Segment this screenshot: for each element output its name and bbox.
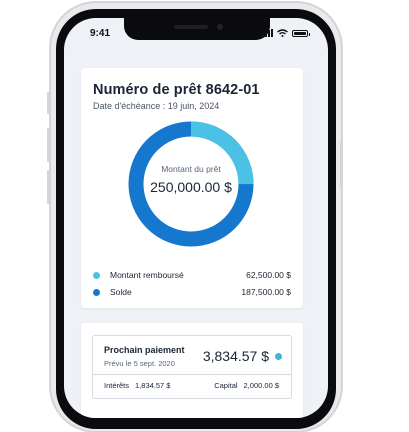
status-time: 9:41 [90, 28, 111, 39]
interest-label: Intérêts [104, 381, 130, 390]
side-button [47, 92, 50, 114]
payment-card: Prochain paiement Prévu le 5 sept. 2020 … [81, 323, 303, 418]
next-payment-date: Prévu le 5 sept. 2020 [104, 359, 175, 368]
legend-amount: 187,500.00 $ [241, 287, 291, 297]
divider [93, 374, 291, 375]
legend-row-balance: Solde 187,500.00 $ [93, 287, 291, 299]
volume-down-button [47, 170, 50, 204]
capital-value: 2,000.00 $ [243, 381, 279, 390]
battery-icon [292, 29, 310, 37]
next-payment-amount: 3,834.57 $ [202, 348, 269, 364]
capital-line: Capital 2,000.00 $ [214, 381, 279, 390]
repaid-dot-icon [93, 272, 100, 279]
phone-screen: 9:41 Numéro de prêt 8642-01 Date d'échéa… [64, 18, 328, 418]
camera-icon [217, 24, 223, 30]
due-date: Date d'échéance : 19 juin, 2024 [93, 101, 220, 111]
donut-label: Montant du prêt [161, 164, 221, 174]
next-payment-box[interactable]: Prochain paiement Prévu le 5 sept. 2020 … [92, 335, 292, 399]
signal-icon [262, 29, 273, 37]
power-button [340, 140, 343, 190]
donut-value: 250,000.00 $ [150, 179, 232, 195]
legend-label: Solde [110, 287, 132, 297]
info-dot-icon[interactable] [275, 353, 282, 360]
loan-card[interactable]: Numéro de prêt 8642-01 Date d'échéance :… [81, 68, 303, 308]
legend-amount: 62,500.00 $ [246, 270, 291, 280]
capital-label: Capital [214, 381, 238, 390]
notch [124, 18, 270, 40]
volume-up-button [47, 128, 50, 162]
legend-row-repaid: Montant remboursé 62,500.00 $ [93, 270, 291, 282]
status-icons [262, 28, 310, 38]
legend-label: Montant remboursé [110, 270, 184, 280]
speaker-grille [174, 25, 208, 29]
interest-line: Intérêts 1,834.57 $ [104, 381, 170, 390]
interest-value: 1,834.57 $ [135, 381, 171, 390]
wifi-icon [277, 29, 288, 37]
loan-title: Numéro de prêt 8642-01 [93, 82, 260, 98]
balance-dot-icon [93, 289, 100, 296]
next-payment-title: Prochain paiement [104, 345, 185, 355]
